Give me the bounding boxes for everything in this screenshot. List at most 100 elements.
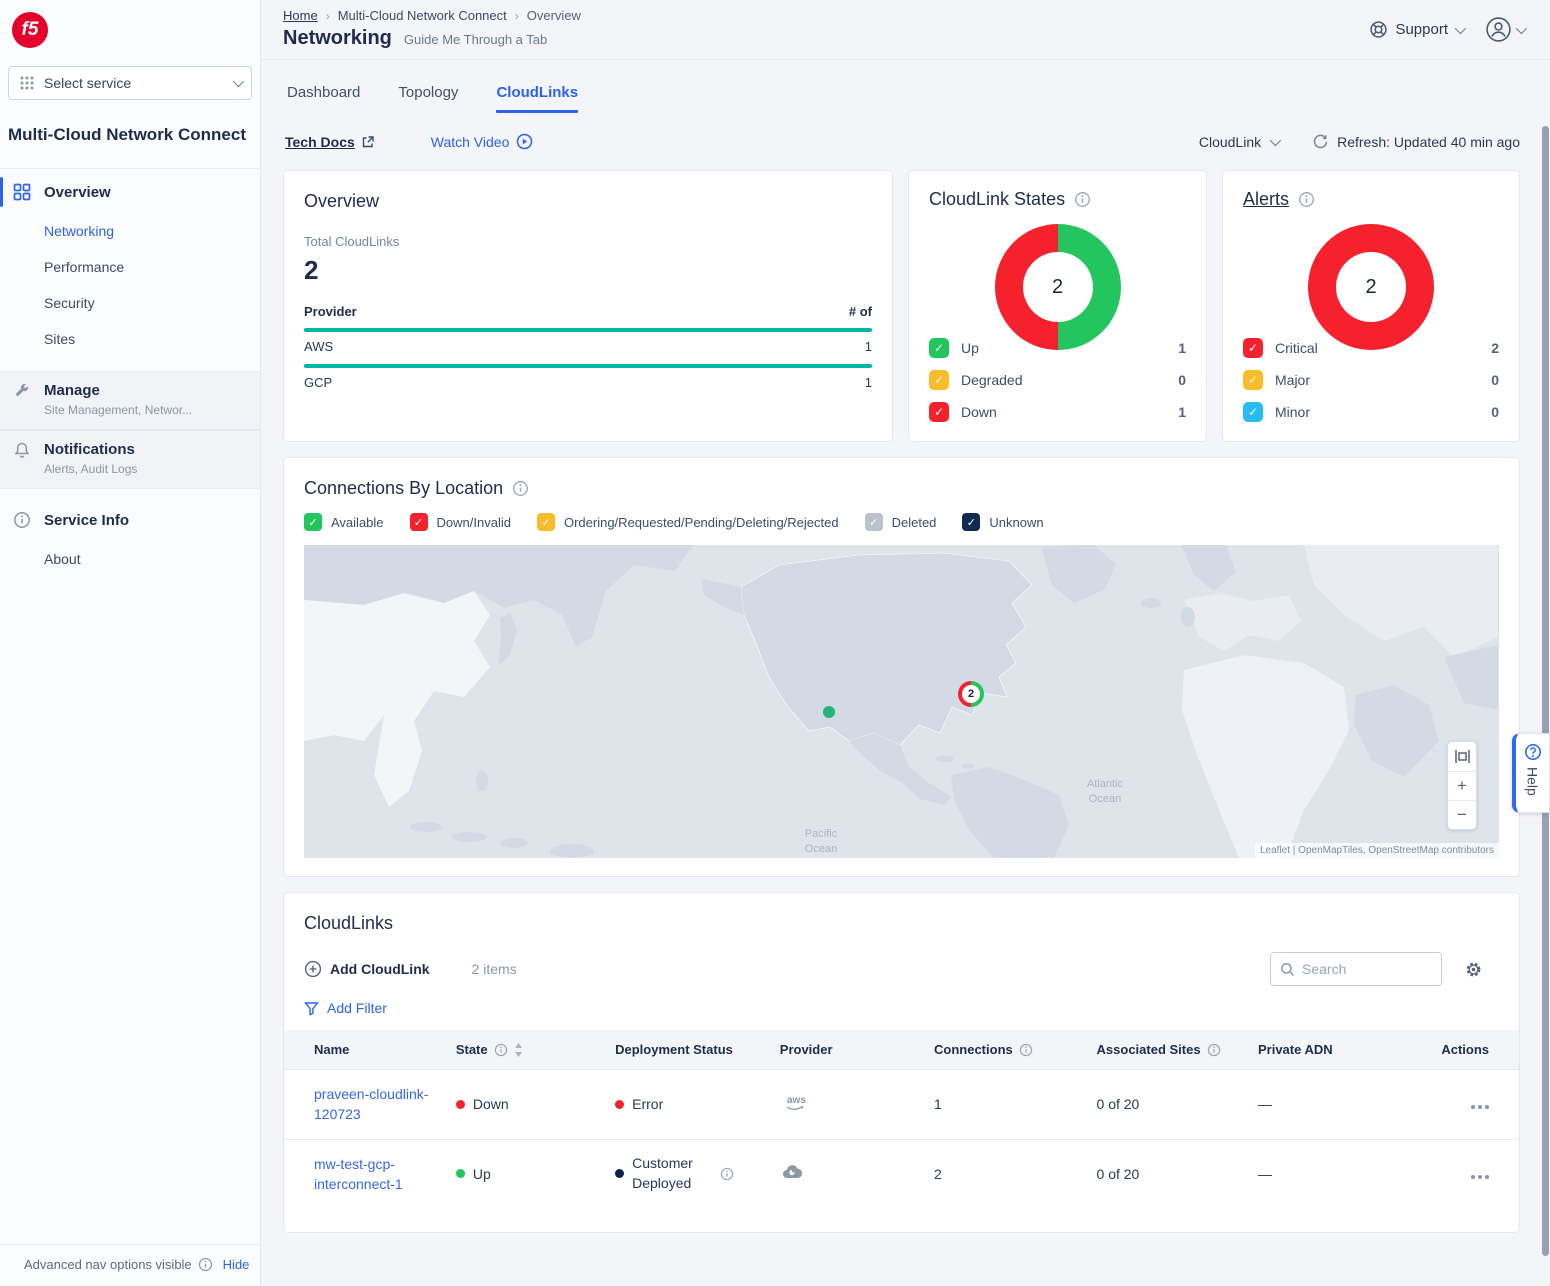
- provider-name: AWS: [304, 339, 333, 354]
- sidebar-item-notifications[interactable]: Notifications Alerts, Audit Logs: [0, 430, 260, 489]
- sort-icon[interactable]: [514, 1043, 523, 1057]
- available-checkbox[interactable]: ✓: [304, 513, 322, 531]
- state-up-dot: [456, 1169, 465, 1178]
- deleted-checkbox[interactable]: ✓: [865, 513, 883, 531]
- info-circle-icon[interactable]: [494, 1043, 508, 1057]
- ordering-checkbox[interactable]: ✓: [537, 513, 555, 531]
- unknown-checkbox[interactable]: ✓: [962, 513, 980, 531]
- breadcrumb-separator-icon: ›: [515, 9, 519, 23]
- hide-nav-link[interactable]: Hide: [223, 1257, 250, 1272]
- table-header-row: Name State Deploym: [284, 1030, 1519, 1070]
- critical-checkbox[interactable]: ✓: [1243, 338, 1263, 358]
- tab-cloudlinks[interactable]: CloudLinks: [496, 84, 578, 113]
- sidebar-item-performance[interactable]: Performance: [0, 249, 260, 285]
- cloudlinks-table-card: CloudLinks Add CloudLink 2 items: [283, 892, 1520, 1233]
- tab-topology[interactable]: Topology: [398, 84, 458, 113]
- select-service-dropdown[interactable]: Select service: [8, 66, 252, 100]
- refresh-icon: [1312, 133, 1329, 150]
- info-circle-icon[interactable]: [1207, 1043, 1221, 1057]
- row-actions-menu-icon[interactable]: [1471, 1105, 1489, 1109]
- sidebar-item-service-info[interactable]: Service Info: [0, 497, 260, 541]
- major-label: Major: [1275, 372, 1310, 388]
- map-fit-bounds-button[interactable]: [1448, 742, 1476, 771]
- map-marker-cluster[interactable]: 2: [958, 681, 984, 707]
- map-zoom-in-button[interactable]: +: [1448, 771, 1476, 800]
- breadcrumb-home[interactable]: Home: [283, 8, 318, 23]
- down-checkbox[interactable]: ✓: [929, 402, 949, 422]
- guide-me-link[interactable]: Guide Me Through a Tab: [404, 32, 547, 47]
- f5-logo[interactable]: f5: [12, 12, 48, 48]
- down-label: Down: [961, 404, 997, 420]
- column-header-private-adn[interactable]: Private ADN: [1258, 1030, 1429, 1070]
- gcp-cloud-icon: [780, 1163, 804, 1181]
- sidebar-item-sites[interactable]: Sites: [0, 321, 260, 357]
- sidebar-item-networking[interactable]: Networking: [0, 213, 260, 249]
- column-header-deployment[interactable]: Deployment Status: [615, 1030, 780, 1070]
- legend-row-degraded: ✓ Degraded 0: [929, 364, 1186, 396]
- scrollbar-thumb[interactable]: [1542, 126, 1549, 1256]
- info-circle-icon[interactable]: [198, 1257, 213, 1272]
- cloudlink-states-card: CloudLink States 2 ✓ Up 1 ✓: [908, 170, 1207, 442]
- major-checkbox[interactable]: ✓: [1243, 370, 1263, 390]
- states-card-title: CloudLink States: [929, 189, 1065, 210]
- alerts-card-title[interactable]: Alerts: [1243, 189, 1289, 210]
- map-attribution[interactable]: Leaflet | OpenMapTiles, OpenStreetMap co…: [1255, 843, 1499, 858]
- external-link-icon: [361, 135, 375, 149]
- info-circle-icon[interactable]: [1074, 191, 1091, 208]
- up-checkbox[interactable]: ✓: [929, 338, 949, 358]
- column-header-associated-sites[interactable]: Associated Sites: [1097, 1030, 1258, 1070]
- minor-checkbox[interactable]: ✓: [1243, 402, 1263, 422]
- info-circle-icon[interactable]: [512, 480, 529, 497]
- help-tab[interactable]: Help: [1512, 733, 1550, 813]
- table-settings-gear-icon[interactable]: [1464, 960, 1483, 979]
- map-marker-available[interactable]: [823, 706, 835, 718]
- legend-ordering: ✓ Ordering/Requested/Pending/Deleting/Re…: [537, 513, 839, 531]
- column-header-state[interactable]: State: [456, 1030, 615, 1070]
- overview-card: Overview Total CloudLinks 2 Provider # o…: [283, 170, 893, 442]
- degraded-value: 0: [1178, 372, 1186, 388]
- row-actions-menu-icon[interactable]: [1471, 1175, 1489, 1179]
- refresh-control[interactable]: Refresh: Updated 40 min ago: [1312, 133, 1520, 150]
- sidebar-item-manage[interactable]: Manage Site Management, Networ...: [0, 371, 260, 430]
- legend-row-major: ✓ Major 0: [1243, 364, 1499, 396]
- info-circle-icon[interactable]: [1019, 1043, 1033, 1057]
- map-zoom-out-button[interactable]: −: [1448, 800, 1476, 829]
- tab-dashboard[interactable]: Dashboard: [287, 84, 360, 113]
- column-header-provider[interactable]: Provider: [780, 1030, 934, 1070]
- watch-video-link[interactable]: Watch Video: [431, 133, 534, 150]
- tech-docs-link[interactable]: Tech Docs: [285, 134, 375, 150]
- add-cloudlink-button[interactable]: Add CloudLink: [304, 960, 430, 978]
- sidebar-item-about[interactable]: About: [0, 541, 260, 577]
- degraded-checkbox[interactable]: ✓: [929, 370, 949, 390]
- user-menu[interactable]: [1485, 16, 1524, 43]
- breadcrumb: Home › Multi-Cloud Network Connect › Ove…: [283, 8, 581, 23]
- column-header-connections[interactable]: Connections: [934, 1030, 1097, 1070]
- cloudlinks-table: Name State Deploym: [284, 1030, 1519, 1208]
- column-header-name[interactable]: Name: [284, 1030, 456, 1070]
- cloudlink-name-link[interactable]: praveen-cloudlink-120723: [314, 1084, 434, 1125]
- bell-icon: [13, 441, 31, 459]
- legend-available: ✓ Available: [304, 513, 384, 531]
- critical-value: 2: [1491, 340, 1499, 356]
- sidebar-item-security[interactable]: Security: [0, 285, 260, 321]
- world-map[interactable]: Pacific Ocean Atlantic Ocean 2 + − Leafl…: [304, 545, 1499, 858]
- search-input[interactable]: [1302, 961, 1422, 977]
- info-circle-icon[interactable]: [1298, 191, 1315, 208]
- column-header-actions: Actions: [1429, 1030, 1519, 1070]
- state-value: Up: [473, 1166, 491, 1182]
- search-box[interactable]: [1270, 952, 1442, 986]
- overview-grid-icon: [13, 183, 31, 201]
- add-filter-button[interactable]: Add Filter: [304, 1000, 1499, 1016]
- minor-label: Minor: [1275, 404, 1310, 420]
- breadcrumb-mcn[interactable]: Multi-Cloud Network Connect: [338, 8, 507, 23]
- map-card-title: Connections By Location: [304, 478, 503, 499]
- sidebar-item-overview[interactable]: Overview: [0, 169, 260, 213]
- cloudlink-name-link[interactable]: mw-test-gcp-interconnect-1: [314, 1154, 434, 1195]
- down-invalid-checkbox[interactable]: ✓: [410, 513, 428, 531]
- page-title: Networking: [283, 27, 392, 50]
- provider-name: GCP: [304, 375, 332, 390]
- info-circle-icon[interactable]: [720, 1167, 734, 1181]
- support-menu[interactable]: Support: [1369, 20, 1463, 39]
- cloudlink-scope-dropdown[interactable]: CloudLink: [1199, 134, 1278, 150]
- refresh-status-text: Refresh: Updated 40 min ago: [1337, 134, 1520, 150]
